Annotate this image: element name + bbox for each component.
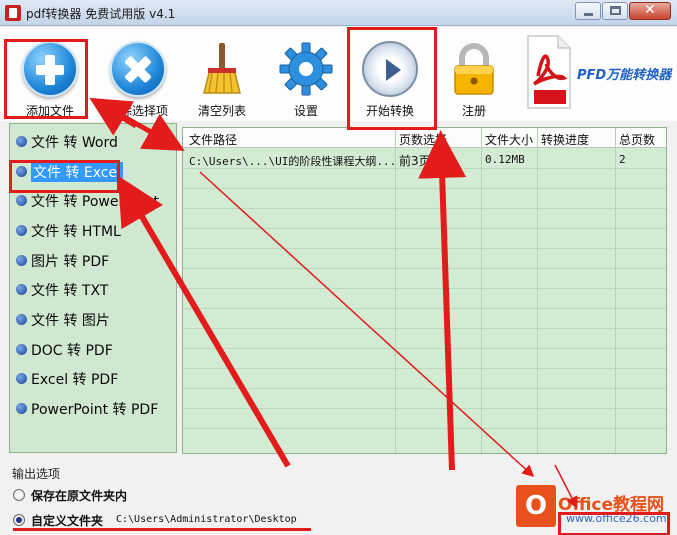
type-item-excel-to-pdf[interactable]: Excel 转 PDF: [10, 367, 176, 389]
window-controls: ✕: [574, 2, 671, 20]
radio-dot-icon: [16, 284, 27, 295]
annotation-box-excel-type: [9, 160, 120, 193]
radio-dot-icon: [16, 225, 27, 236]
delete-selected-button[interactable]: 删除选择项: [96, 27, 180, 121]
type-item-file-to-image[interactable]: 文件 转 图片: [10, 308, 176, 330]
type-item-file-to-html[interactable]: 文件 转 HTML: [10, 219, 176, 241]
pdf-logo-icon: [527, 35, 571, 109]
window-title: pdf转换器 免费试用版 v4.1: [26, 7, 176, 21]
close-icon: ✕: [644, 2, 656, 18]
office-logo-icon: [516, 485, 556, 527]
annotation-box-browse: [558, 512, 670, 535]
radio-save-original[interactable]: [13, 489, 25, 501]
close-button[interactable]: ✕: [629, 2, 671, 20]
broom-icon: [203, 43, 241, 94]
brand-label: PFD万能转换器: [577, 68, 672, 83]
cell-file-size: 0.12MB: [485, 153, 525, 166]
type-item-powerpoint-to-pdf[interactable]: PowerPoint 转 PDF: [10, 397, 176, 419]
radio-dot-icon: [16, 136, 27, 147]
gear-icon: [279, 42, 333, 96]
app-icon: [5, 5, 21, 21]
type-item-image-to-pdf[interactable]: 图片 转 PDF: [10, 249, 176, 271]
header-page-select[interactable]: 页数选择: [399, 131, 447, 148]
radio-custom-folder[interactable]: [13, 514, 25, 526]
delete-selected-label: 删除选择项: [107, 104, 168, 118]
title-bar[interactable]: pdf转换器 免费试用版 v4.1 ✕: [0, 0, 677, 26]
register-label: 注册: [461, 104, 486, 118]
annotation-box-add-file: [4, 39, 88, 119]
clear-list-label: 清空列表: [197, 104, 246, 118]
cell-file-path: C:\Users\...\UI的阶段性课程大纲...: [189, 155, 397, 168]
settings-button[interactable]: 设置: [264, 27, 348, 121]
annotation-underline-path: [13, 528, 311, 531]
type-item-file-to-txt[interactable]: 文件 转 TXT: [10, 278, 176, 300]
radio-dot-icon: [16, 373, 27, 384]
header-file-size[interactable]: 文件大小: [485, 131, 533, 148]
maximize-button[interactable]: [602, 2, 628, 20]
header-total-pages[interactable]: 总页数: [619, 131, 655, 148]
settings-label: 设置: [293, 104, 318, 118]
annotation-box-start-convert: [347, 27, 437, 130]
table-header: 文件路径 页数选择 文件大小 转换进度 总页数: [183, 128, 666, 148]
radio-dot-icon: [16, 344, 27, 355]
radio-dot-icon: [16, 195, 27, 206]
cell-total-pages: 2: [619, 153, 626, 166]
save-original-label[interactable]: 保存在原文件夹内: [31, 487, 127, 504]
custom-folder-label[interactable]: 自定义文件夹: [31, 512, 103, 529]
radio-dot-icon: [16, 314, 27, 325]
minimize-button[interactable]: [575, 2, 601, 20]
cell-page-select[interactable]: 前3页: [399, 152, 431, 169]
output-options-title: 输出选项: [12, 467, 61, 481]
custom-folder-path[interactable]: C:\Users\Administrator\Desktop: [116, 514, 297, 525]
register-button[interactable]: 注册: [432, 27, 516, 121]
radio-dot-icon: [16, 255, 27, 266]
type-item-doc-to-pdf[interactable]: DOC 转 PDF: [10, 338, 176, 360]
delete-icon: [110, 41, 166, 97]
type-item-file-to-word[interactable]: 文件 转 Word: [10, 130, 176, 152]
lock-icon: [454, 43, 494, 95]
maximize-icon: [610, 6, 621, 15]
header-progress[interactable]: 转换进度: [541, 131, 589, 148]
toolbar: 添加文件 删除选择项 清空列表 设置 开始转换 注册 PFD万能转换器: [0, 27, 677, 121]
header-file-path[interactable]: 文件路径: [189, 131, 237, 148]
radio-dot-icon: [16, 403, 27, 414]
clear-list-button[interactable]: 清空列表: [180, 27, 264, 121]
file-table: 文件路径 页数选择 文件大小 转换进度 总页数 C:\Users\...\UI的…: [182, 127, 667, 454]
minimize-icon: [584, 13, 593, 16]
